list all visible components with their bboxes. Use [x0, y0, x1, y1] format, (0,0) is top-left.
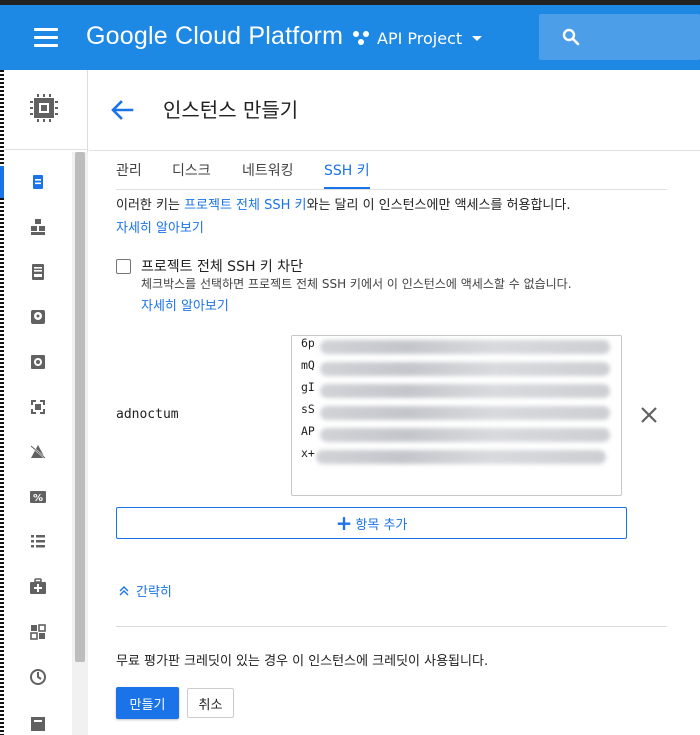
top-app-bar: Google Cloud Platform API Project — [0, 0, 700, 70]
nav-settings[interactable] — [4, 700, 72, 735]
ssh-intro-after: 와는 달리 이 인스턴스에만 액세스를 허용합니다. — [306, 198, 571, 213]
product-nav-rail: % — [0, 70, 88, 735]
compute-engine-chip-icon[interactable] — [26, 90, 62, 126]
window-top-strip — [0, 0, 700, 5]
key-line: x+ — [301, 446, 315, 466]
header-divider — [89, 150, 700, 151]
tab-management[interactable]: 관리 — [116, 160, 142, 189]
nav-zones[interactable] — [4, 610, 72, 654]
nav-disks[interactable] — [4, 295, 72, 339]
settings-icon — [31, 717, 45, 731]
ssh-key-username: adnoctum — [116, 407, 179, 422]
tab-bar: 관리 디스크 네트워킹 SSH 키 — [116, 152, 667, 190]
chevron-up-icon — [119, 585, 129, 595]
tab-ssh-keys[interactable]: SSH 키 — [324, 160, 370, 189]
disks-icon — [31, 310, 45, 324]
key-redaction — [320, 362, 610, 376]
collapse-label: 간략히 — [136, 585, 172, 600]
nav-vm-instances[interactable] — [0, 160, 72, 204]
caret-down-icon — [472, 35, 483, 41]
instance-templates-icon — [32, 264, 44, 280]
search-icon — [562, 28, 580, 46]
block-project-keys-description: 체크박스를 선택하면 프로젝트 전체 SSH 키에서 이 인스턴스에 액세스할 … — [141, 277, 572, 291]
plus-icon: + — [335, 511, 353, 535]
key-redaction — [316, 450, 606, 464]
ssh-intro-text: 이러한 키는 프로젝트 전체 SSH 키와는 달리 이 인스턴스에만 액세스를 … — [116, 197, 570, 215]
project-name: API Project — [377, 28, 463, 48]
key-line-prefix: mQ — [301, 358, 315, 372]
committed-use-discounts-icon: % — [30, 491, 46, 504]
block-project-keys-label[interactable]: 프로젝트 전체 SSH 키 차단 — [141, 256, 303, 276]
nav-images[interactable] — [4, 385, 72, 429]
block-learn-more-link[interactable]: 자세히 알아보기 — [141, 295, 229, 314]
key-line-prefix: sS — [301, 402, 315, 416]
nav-tpus[interactable] — [4, 430, 72, 474]
cancel-button[interactable]: 취소 — [187, 688, 234, 718]
nav-instance-templates[interactable] — [4, 250, 72, 294]
nav-metadata[interactable] — [4, 520, 72, 564]
nav-committed-use-discounts[interactable]: % — [4, 475, 72, 519]
snapshots-icon — [31, 355, 45, 369]
create-button[interactable]: 만들기 — [116, 687, 179, 719]
nav-snapshots[interactable] — [4, 340, 72, 384]
project-selector[interactable]: API Project — [351, 26, 483, 50]
hamburger-menu-icon[interactable] — [34, 28, 58, 48]
key-line-prefix: AP — [301, 424, 315, 438]
key-line-prefix: gI — [301, 380, 315, 394]
nav-operations[interactable] — [4, 655, 72, 699]
add-item-button[interactable]: + 항목 추가 — [116, 507, 627, 539]
key-redaction — [320, 340, 610, 354]
key-line: 6p — [301, 336, 315, 356]
operations-icon — [30, 669, 46, 685]
key-line-prefix: 6p — [301, 336, 315, 350]
health-checks-icon — [30, 578, 46, 594]
rail-scrollbar-thumb[interactable] — [75, 152, 85, 662]
metadata-icon — [31, 535, 45, 548]
tab-networking[interactable]: 네트워킹 — [242, 160, 294, 189]
project-wide-ssh-keys-link[interactable]: 프로젝트 전체 SSH 키 — [184, 198, 306, 213]
instance-groups-icon — [31, 219, 45, 235]
rail-scrollbar[interactable] — [72, 152, 88, 735]
app-title[interactable]: Google Cloud Platform — [86, 22, 343, 51]
svg-text:%: % — [33, 493, 43, 504]
zones-icon — [30, 624, 46, 640]
key-line: sS — [301, 402, 315, 422]
block-project-keys-row: 프로젝트 전체 SSH 키 차단 — [116, 256, 303, 276]
rail-header — [4, 70, 88, 150]
key-redaction — [320, 428, 610, 442]
project-dots-icon — [353, 31, 369, 45]
add-item-label: 항목 추가 — [355, 517, 408, 533]
footer-divider — [116, 626, 667, 627]
nav-health-checks[interactable] — [4, 565, 72, 609]
key-line: mQ — [301, 358, 315, 378]
key-line: gI — [301, 380, 315, 400]
page-title: 인스턴스 만들기 — [163, 98, 299, 122]
tpus-icon — [30, 445, 46, 459]
search-box[interactable] — [539, 14, 700, 60]
nav-instance-groups[interactable] — [4, 205, 72, 249]
key-line: AP — [301, 424, 315, 444]
key-line-prefix: x+ — [301, 446, 315, 460]
key-redaction — [320, 406, 610, 420]
tab-disks[interactable]: 디스크 — [172, 160, 211, 189]
ssh-intro-before: 이러한 키는 — [116, 198, 185, 213]
key-redaction — [320, 384, 610, 398]
collapse-link[interactable]: 간략히 — [118, 581, 172, 600]
learn-more-link[interactable]: 자세히 알아보기 — [116, 217, 204, 236]
remove-key-close-icon[interactable] — [638, 404, 660, 426]
free-trial-credit-note: 무료 평가판 크레딧이 있는 경우 이 인스턴스에 크레딧이 사용됩니다. — [116, 654, 489, 669]
images-icon — [31, 400, 45, 414]
block-project-keys-checkbox[interactable] — [116, 258, 131, 274]
back-arrow-icon[interactable] — [108, 96, 136, 124]
ssh-key-textarea[interactable]: 6p mQ gI sS AP x+ — [291, 335, 622, 496]
vm-instances-icon — [33, 175, 43, 189]
